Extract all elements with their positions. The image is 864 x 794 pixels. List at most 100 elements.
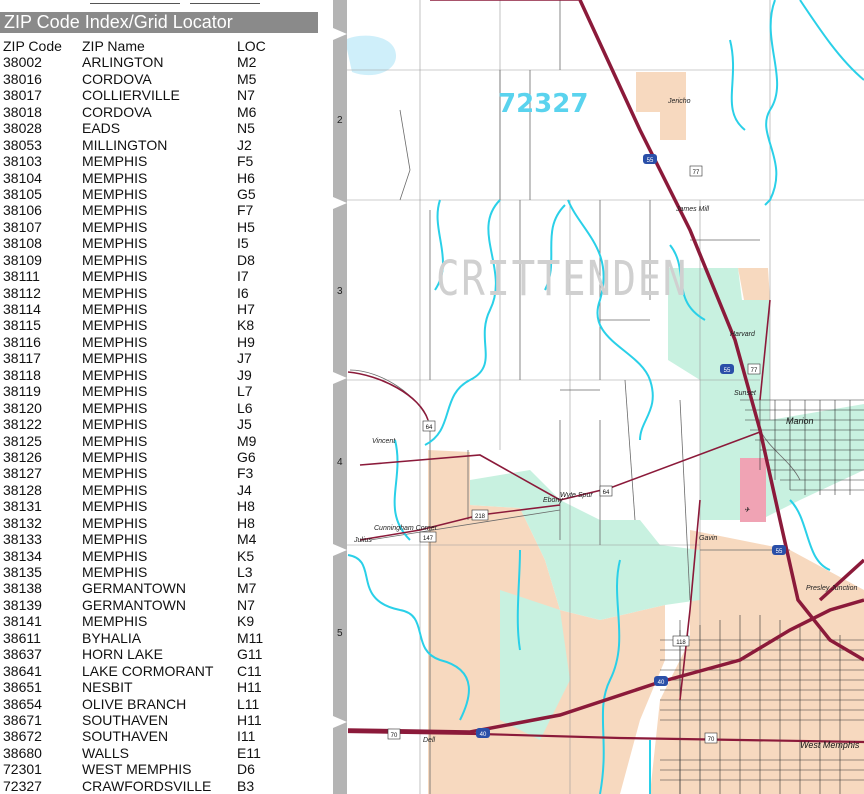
loc-cell: I5 <box>237 235 249 252</box>
zip-code-cell: 38672 <box>3 728 42 745</box>
grid-row-label: 4 <box>337 457 343 468</box>
shield-us64-west[interactable]: 64 <box>422 420 436 432</box>
table-row: 38106 MEMPHIS F7 <box>3 202 297 218</box>
place-vincent: Vincent <box>372 438 396 445</box>
zip-name-cell: MEMPHIS <box>82 333 148 350</box>
map-view[interactable]: ✈ 55 55 55 40 40 64 64 77 77 70 70 218 1… <box>333 0 864 794</box>
zip-name-cell: MEMPHIS <box>82 531 148 548</box>
loc-cell: H8 <box>237 498 255 515</box>
table-row: 38139 GERMANTOWN N7 <box>3 597 297 613</box>
zip-code-cell: 38028 <box>3 120 42 137</box>
zip-code-cell: 72327 <box>3 777 42 794</box>
shield-label: 118 <box>676 640 686 646</box>
zip-name-cell: MEMPHIS <box>82 218 148 235</box>
zip-code-cell: 38017 <box>3 87 42 104</box>
zip-name-cell: MEMPHIS <box>82 202 148 219</box>
table-row: 38028 EADS N5 <box>3 120 297 136</box>
zip-code-cell: 38107 <box>3 218 42 235</box>
loc-cell: K8 <box>237 317 255 334</box>
place-sunset: Sunset <box>734 390 757 397</box>
top-dividers <box>80 0 270 4</box>
zip-code-cell: 38104 <box>3 169 42 186</box>
table-row: 38131 MEMPHIS H8 <box>3 498 297 514</box>
place-wyte-spur: Wyte Spur <box>560 492 593 499</box>
zip-name-cell: GERMANTOWN <box>82 596 186 613</box>
shield-label: 218 <box>475 514 486 520</box>
loc-cell: D8 <box>237 251 255 268</box>
zip-name-cell: MEMPHIS <box>82 481 148 498</box>
zip-name-cell: SOUTHAVEN <box>82 711 169 728</box>
loc-cell: J9 <box>237 366 252 383</box>
zip-name-cell: MEMPHIS <box>82 268 148 285</box>
shield-i55-south[interactable]: 55 <box>772 545 786 555</box>
shield-i40-west[interactable]: 40 <box>476 728 490 738</box>
zip-name-cell: MEMPHIS <box>82 613 148 630</box>
loc-cell: J2 <box>237 136 252 153</box>
shield-label: 64 <box>603 490 610 496</box>
map-canvas[interactable]: ✈ 55 55 55 40 40 64 64 77 77 70 70 218 1… <box>333 0 864 794</box>
zip-code-cell: 38108 <box>3 235 42 252</box>
zip-code-cell: 38111 <box>3 268 40 285</box>
loc-cell: L11 <box>237 695 260 712</box>
loc-cell: G6 <box>237 448 256 465</box>
place-gavin: Gavin <box>699 535 717 542</box>
table-row: 72301 WEST MEMPHIS D6 <box>3 761 297 777</box>
zip-code-cell: 38131 <box>3 498 42 515</box>
table-row: 38671 SOUTHAVEN H11 <box>3 712 297 728</box>
zip-name-cell: GERMANTOWN <box>82 580 186 597</box>
table-row: 38611 BYHALIA M11 <box>3 630 297 646</box>
divider <box>190 0 260 4</box>
loc-cell: L7 <box>237 383 253 400</box>
loc-cell: H9 <box>237 333 255 350</box>
table-row: 38114 MEMPHIS H7 <box>3 301 297 317</box>
table-row: 38128 MEMPHIS J4 <box>3 482 297 498</box>
shield-i55-mid[interactable]: 55 <box>720 364 734 374</box>
loc-cell: H8 <box>237 514 255 531</box>
zip-name-cell: MEMPHIS <box>82 235 148 252</box>
zip-name-cell: MEMPHIS <box>82 284 148 301</box>
zip-code-cell: 38654 <box>3 695 42 712</box>
zip-name-cell: MEMPHIS <box>82 251 148 268</box>
zip-name-cell: MEMPHIS <box>82 465 148 482</box>
shield-label: 77 <box>751 368 758 374</box>
shield-us70-west[interactable]: 70 <box>387 728 401 740</box>
shield-i40-mid[interactable]: 40 <box>654 676 668 686</box>
shield-ar77-north[interactable]: 77 <box>689 165 703 177</box>
shield-ar147[interactable]: 147 <box>419 531 437 543</box>
loc-cell: M11 <box>237 629 264 646</box>
shield-label: 40 <box>480 732 487 738</box>
table-row: 38104 MEMPHIS H6 <box>3 170 297 186</box>
loc-cell: C11 <box>237 662 262 679</box>
shield-ar218[interactable]: 218 <box>471 509 489 521</box>
zip-code-cell: 38106 <box>3 202 42 219</box>
index-title: ZIP Code Index/Grid Locator <box>0 12 318 33</box>
zip-code-cell: 38141 <box>3 613 42 630</box>
zip-code-cell: 38132 <box>3 514 42 531</box>
shield-ar118[interactable]: 118 <box>672 635 690 647</box>
loc-cell: D6 <box>237 761 255 778</box>
place-dell: Dell <box>423 737 436 744</box>
header-zip-name: ZIP Name <box>82 38 145 54</box>
shield-label: 147 <box>423 536 434 542</box>
zip-name-cell: OLIVE BRANCH <box>82 695 187 712</box>
shield-us70-east[interactable]: 70 <box>704 732 718 744</box>
zip-name-cell: WEST MEMPHIS <box>82 761 192 778</box>
zip-code-cell: 38641 <box>3 662 42 679</box>
place-marion: Marion <box>786 416 814 426</box>
shield-i55-north[interactable]: 55 <box>643 154 657 164</box>
shield-label: 55 <box>724 368 731 374</box>
table-row: 38053 MILLINGTON J2 <box>3 137 297 153</box>
zip-name-cell: COLLIERVILLE <box>82 87 180 104</box>
county-label: CRITTENDEN <box>436 251 688 307</box>
shield-ar77-mid[interactable]: 77 <box>747 363 761 375</box>
table-row: 38133 MEMPHIS M4 <box>3 531 297 547</box>
zip-code-cell: 72301 <box>3 761 42 778</box>
table-row: 38134 MEMPHIS K5 <box>3 548 297 564</box>
zip-name-cell: MEMPHIS <box>82 350 148 367</box>
table-row: 38105 MEMPHIS G5 <box>3 186 297 202</box>
zip-code-cell: 38114 <box>3 301 41 317</box>
zip-code-cell: 38018 <box>3 103 42 120</box>
zip-code-cell: 38135 <box>3 564 42 580</box>
zip-name-cell: NESBIT <box>82 679 133 696</box>
shield-us64-east[interactable]: 64 <box>599 485 613 497</box>
